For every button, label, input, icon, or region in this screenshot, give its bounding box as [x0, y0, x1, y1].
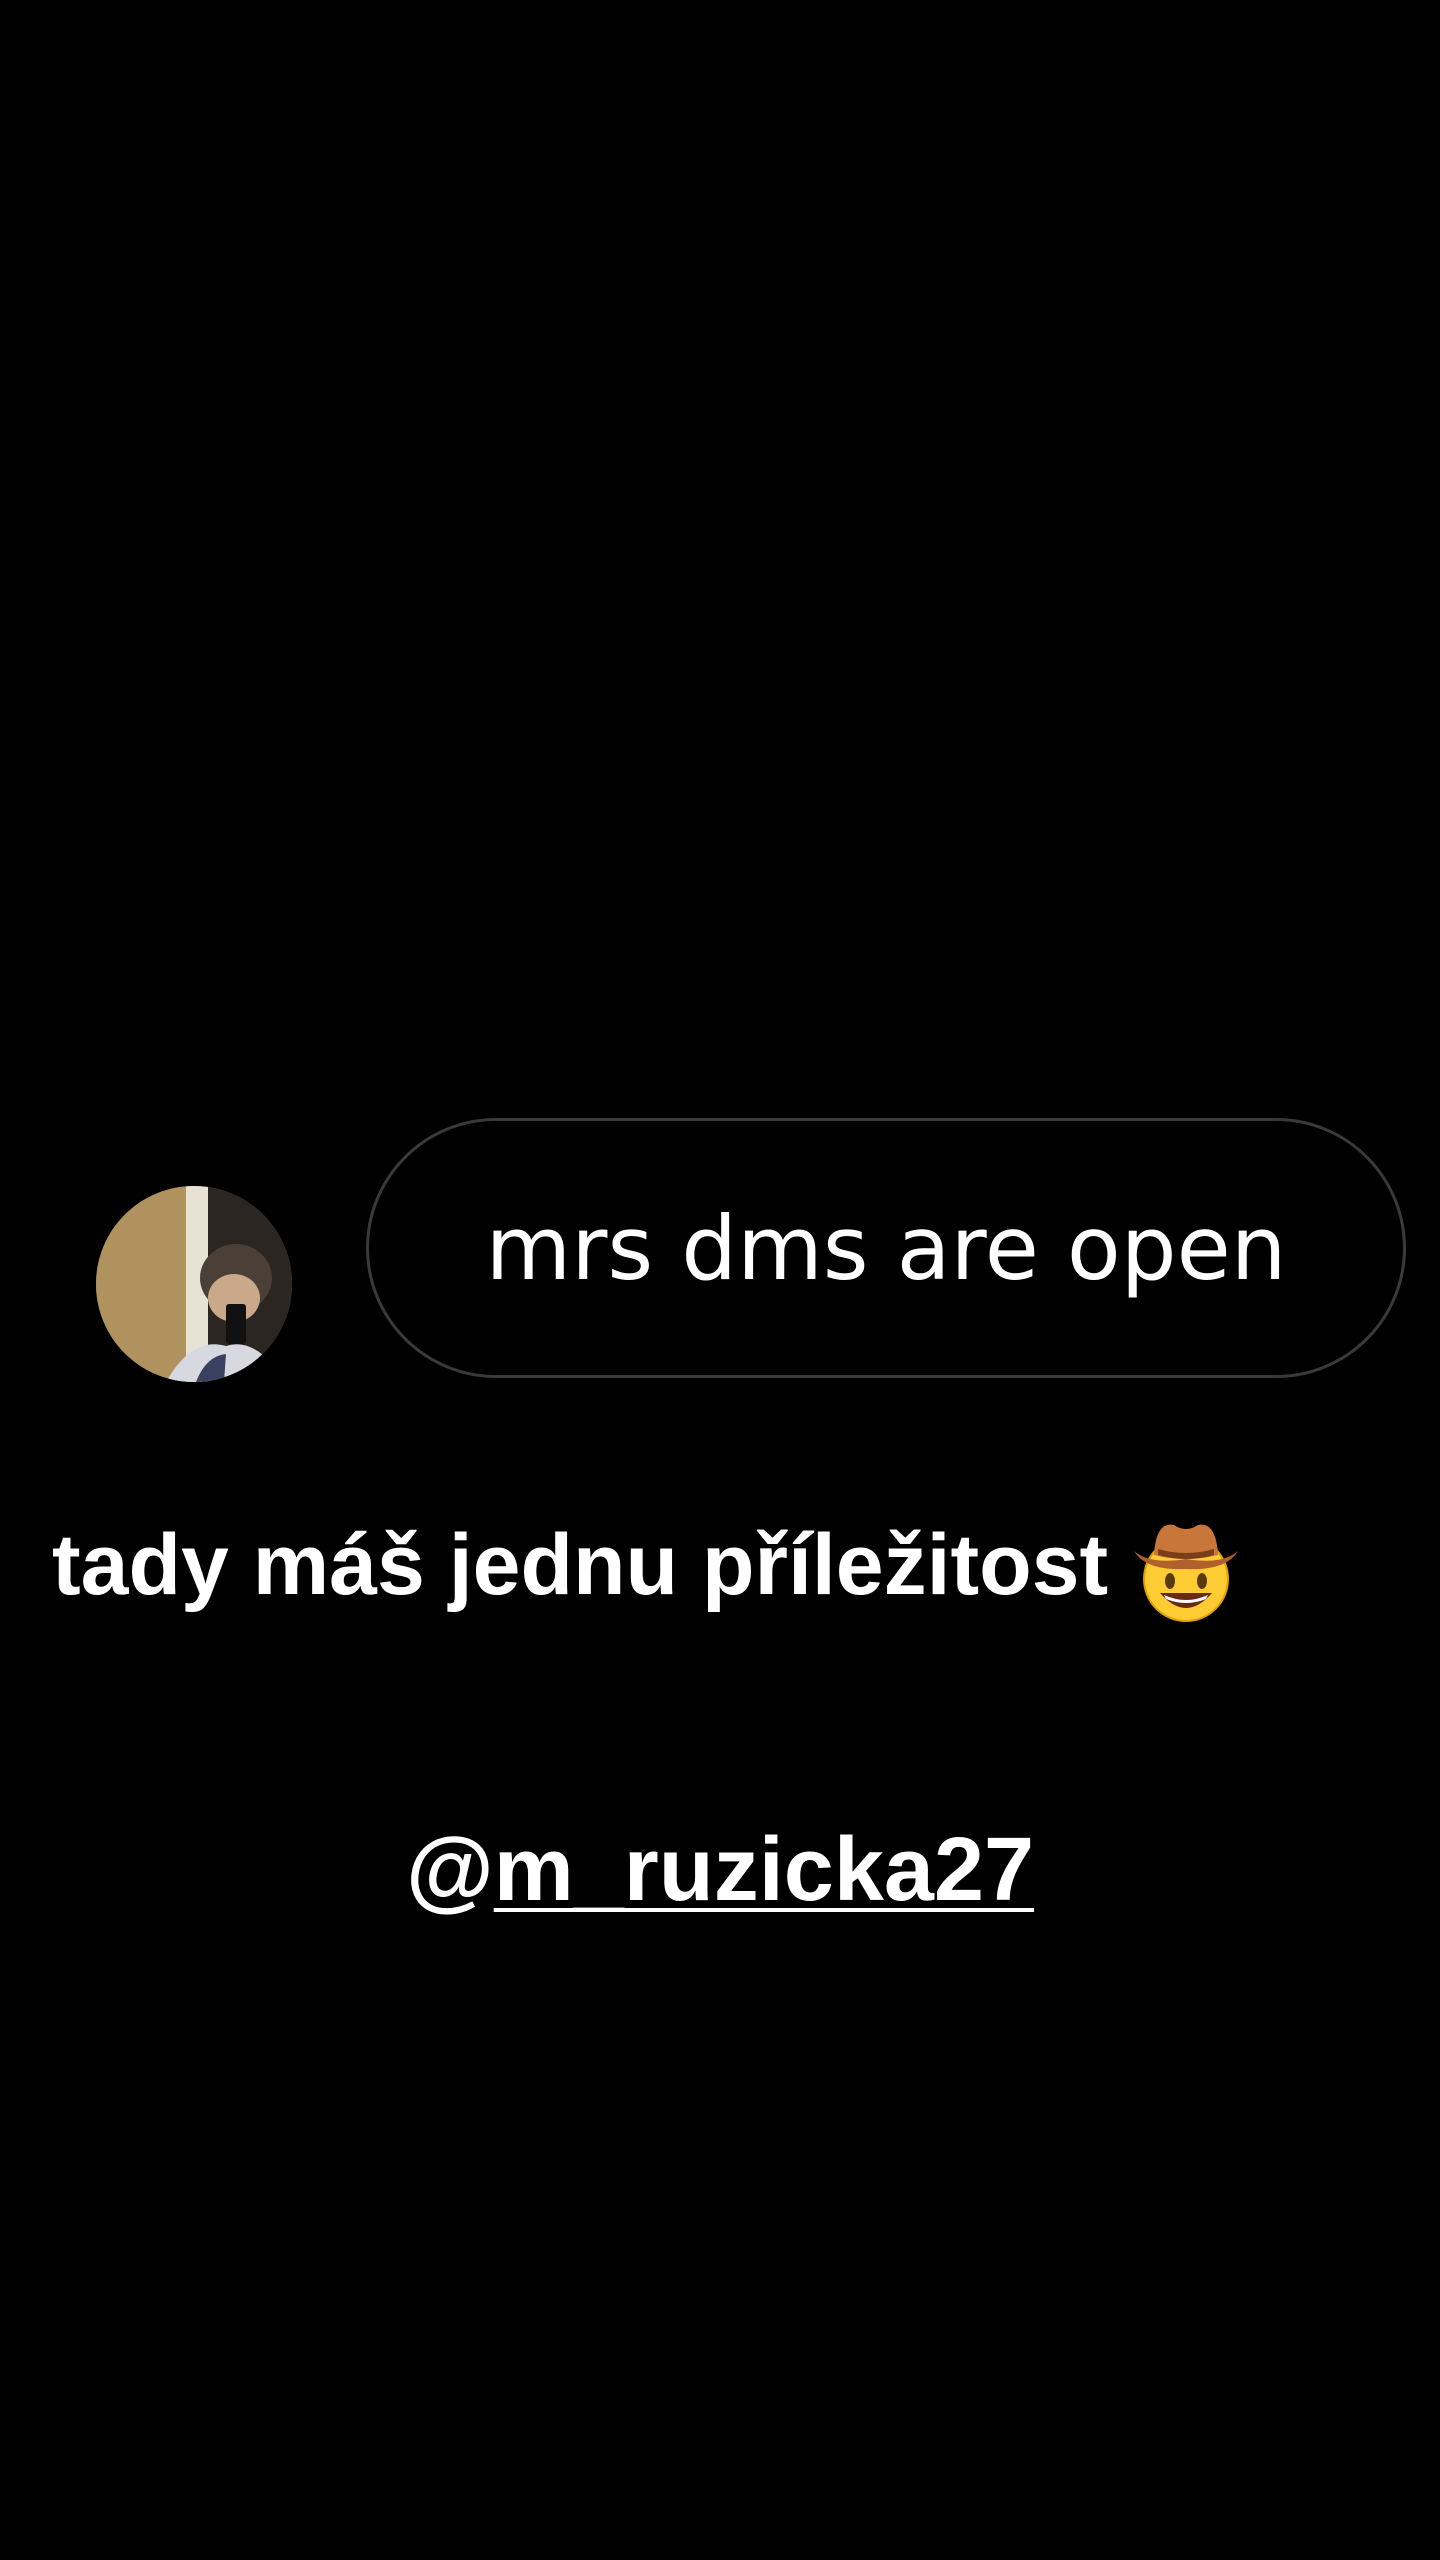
mention-username[interactable]: m_ruzicka27 [494, 1819, 1034, 1922]
cowboy-hat-face-emoji-icon [1130, 1513, 1242, 1625]
caption: tady máš jednu příležitost [52, 1500, 1242, 1630]
story-canvas: mrs dms are open tady máš jednu příležit… [0, 0, 1440, 2560]
message-bubble: mrs dms are open [366, 1118, 1406, 1378]
mention-at-symbol: @ [405, 1819, 494, 1920]
avatar[interactable] [96, 1186, 292, 1382]
mention-tag[interactable]: @ m_ruzicka27 [0, 1810, 1440, 1930]
profile-photo-icon [96, 1186, 292, 1382]
message-text: mrs dms are open [485, 1196, 1287, 1300]
caption-text: tady máš jednu příležitost [52, 1516, 1109, 1613]
